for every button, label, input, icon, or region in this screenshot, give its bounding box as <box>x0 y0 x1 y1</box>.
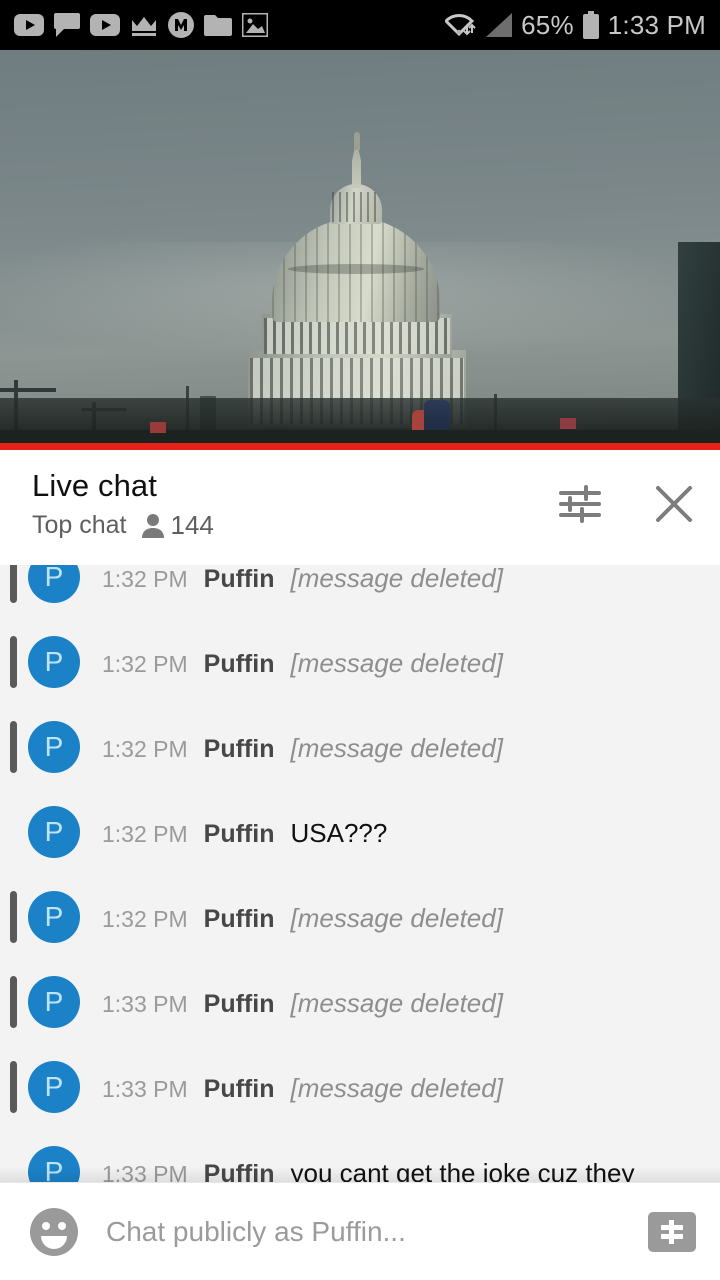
message-timestamp: 1:32 PM <box>102 821 188 847</box>
us-flag-icon <box>150 422 166 433</box>
video-progress-bar[interactable] <box>0 443 720 450</box>
battery-percentage: 65% <box>521 9 574 40</box>
message-text: [message deleted] <box>290 988 503 1018</box>
us-flag-icon <box>560 418 576 429</box>
deleted-message-indicator <box>10 891 17 943</box>
message-timestamp: 1:32 PM <box>102 906 188 932</box>
message-text: [message deleted] <box>290 903 503 933</box>
avatar[interactable]: P <box>28 891 80 943</box>
live-chat-header: Live chat Top chat 144 <box>0 450 720 565</box>
avatar[interactable]: P <box>28 806 80 858</box>
avatar[interactable]: P <box>28 636 80 688</box>
chat-mode-label[interactable]: Top chat <box>32 511 127 540</box>
status-bar-notification-icons <box>14 12 268 38</box>
deleted-message-indicator <box>10 721 17 773</box>
tune-icon[interactable] <box>558 484 602 524</box>
message-text: [message deleted] <box>290 733 503 763</box>
super-chat-dollar-icon[interactable] <box>648 1211 696 1252</box>
message-body: 1:32 PM Puffin USA??? <box>102 806 387 863</box>
message-text: [message deleted] <box>290 1073 503 1103</box>
close-icon[interactable] <box>652 482 696 526</box>
deleted-message-indicator <box>10 565 17 603</box>
message-timestamp: 1:33 PM <box>102 991 188 1017</box>
message-timestamp: 1:32 PM <box>102 566 188 592</box>
chat-input-bar[interactable]: Chat publicly as Puffin... <box>0 1183 720 1280</box>
deleted-message-indicator <box>10 636 17 688</box>
message-timestamp: 1:32 PM <box>102 651 188 677</box>
message-author[interactable]: Puffin <box>204 990 275 1018</box>
capitol-building <box>0 50 720 450</box>
message-body: 1:32 PM Puffin [message deleted] <box>102 565 503 608</box>
avatar[interactable]: P <box>28 1061 80 1113</box>
avatar[interactable]: P <box>28 721 80 773</box>
message-body: 1:32 PM Puffin [message deleted] <box>102 891 503 948</box>
chat-input-field[interactable]: Chat publicly as Puffin... <box>106 1216 648 1248</box>
chat-message-row[interactable]: P 1:32 PM Puffin [message deleted] <box>0 622 720 707</box>
android-status-bar: 65% 1:33 PM <box>0 0 720 50</box>
message-author[interactable]: Puffin <box>204 905 275 933</box>
capitol-dome-ring <box>288 264 424 274</box>
live-chat-message-list[interactable]: P 1:32 PM Puffin [message deleted] P 1:32 PM P… <box>0 565 720 1182</box>
message-body: 1:32 PM Puffin [message deleted] <box>102 721 503 778</box>
message-container: P 1:32 PM Puffin [message deleted] P 1:32 PM P… <box>0 565 720 1182</box>
clock-time: 1:33 PM <box>607 9 706 40</box>
message-author[interactable]: Puffin <box>204 735 275 763</box>
chat-message-row[interactable]: P 1:32 PM Puffin [message deleted] <box>0 707 720 792</box>
viewer-count: 144 <box>141 510 214 541</box>
message-text: USA??? <box>290 818 388 848</box>
image-icon <box>242 13 268 37</box>
capitol-drum-columns <box>264 318 450 354</box>
page-title: Live chat <box>32 468 157 503</box>
message-author[interactable]: Puffin <box>204 565 275 593</box>
chat-message-row[interactable]: P 1:32 PM Puffin [message deleted] <box>0 877 720 962</box>
message-author[interactable]: Puffin <box>204 820 275 848</box>
folder-icon <box>204 15 232 36</box>
youtube-icon <box>90 14 120 36</box>
message-text: [message deleted] <box>290 565 503 593</box>
statue-of-freedom <box>354 132 360 150</box>
message-author[interactable]: Puffin <box>204 1075 275 1103</box>
message-body: 1:32 PM Puffin [message deleted] <box>102 636 503 693</box>
youtube-live-chat-screen: 65% 1:33 PM Live chat Top chat 144 P 1:3… <box>0 0 720 1280</box>
chat-header-subtitle: Top chat 144 <box>32 510 214 541</box>
input-bar-shadow <box>0 1167 720 1183</box>
message-body: 1:33 PM Puffin [message deleted] <box>102 1061 503 1118</box>
crown-icon <box>132 17 156 36</box>
wifi-icon <box>445 14 476 37</box>
deleted-message-indicator <box>10 1061 17 1113</box>
battery-icon <box>582 11 599 39</box>
viewer-count-value: 144 <box>170 510 214 540</box>
capitol-cupola-columns <box>332 192 380 222</box>
chat-message-row[interactable]: P 1:32 PM Puffin [message deleted] <box>0 565 720 622</box>
person-icon <box>141 513 164 538</box>
message-timestamp: 1:33 PM <box>102 1076 188 1102</box>
chat-message-row[interactable]: P 1:33 PM Puffin [message deleted] <box>0 962 720 1047</box>
chat-message-row[interactable]: P 1:32 PM Puffin USA??? <box>0 792 720 877</box>
cell-signal-icon <box>486 13 513 37</box>
avatar[interactable]: P <box>28 976 80 1028</box>
emoji-smiley-icon[interactable] <box>28 1206 80 1258</box>
chat-header-titles: Live chat Top chat 144 <box>32 468 214 541</box>
youtube-icon <box>14 14 44 36</box>
message-author[interactable]: Puffin <box>204 650 275 678</box>
chat-message-row[interactable]: P 1:33 PM Puffin [message deleted] <box>0 1047 720 1132</box>
chat-header-actions <box>558 468 696 526</box>
message-text: [message deleted] <box>290 648 503 678</box>
avatar[interactable]: P <box>28 565 80 603</box>
deleted-message-indicator <box>10 976 17 1028</box>
message-timestamp: 1:32 PM <box>102 736 188 762</box>
m-circle-icon <box>168 12 194 38</box>
chat-bubble-icon <box>54 13 80 37</box>
capitol-spire <box>352 144 361 188</box>
message-body: 1:33 PM Puffin [message deleted] <box>102 976 503 1033</box>
video-player[interactable] <box>0 50 720 450</box>
status-bar-system-icons: 65% 1:33 PM <box>445 10 706 41</box>
